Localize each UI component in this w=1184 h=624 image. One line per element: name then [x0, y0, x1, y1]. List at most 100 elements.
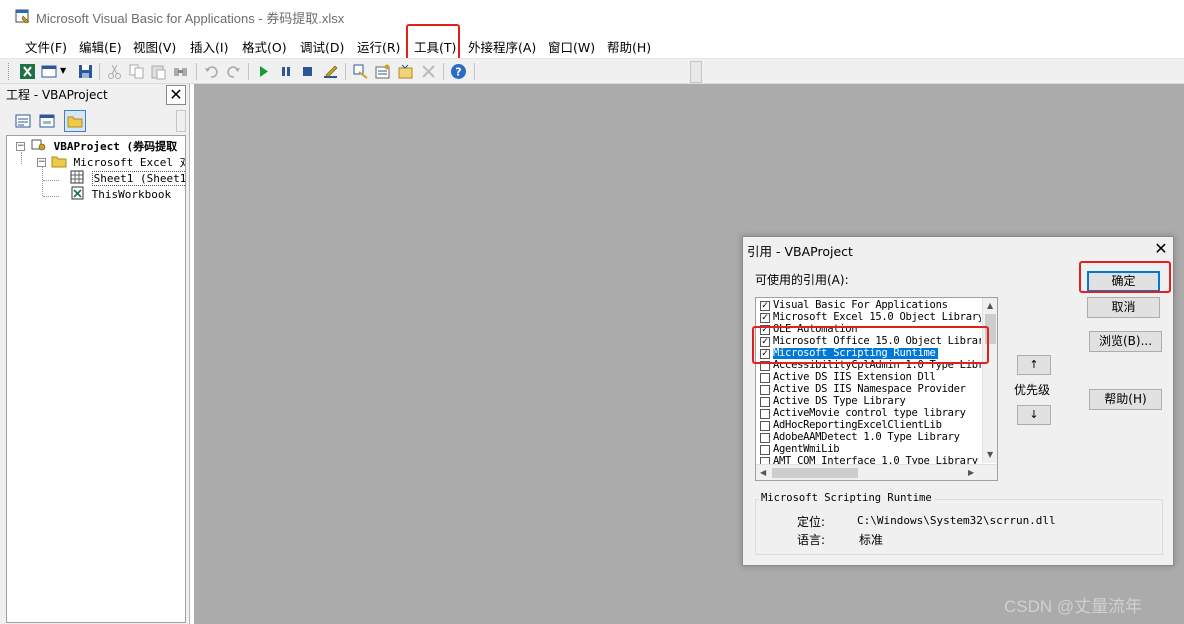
- excel-icon[interactable]: [19, 63, 36, 80]
- folder-icon: [67, 116, 83, 128]
- toolbar-grip[interactable]: [8, 63, 11, 80]
- toggle-folders-button[interactable]: [64, 110, 86, 132]
- menu-window[interactable]: 窗口(W): [548, 37, 595, 56]
- save-icon[interactable]: [77, 63, 94, 80]
- reference-checkbox[interactable]: [760, 409, 770, 419]
- priority-up-button[interactable]: ↑: [1017, 355, 1051, 375]
- toolbar-overflow[interactable]: [690, 61, 702, 83]
- tree-item-label: Sheet1 (Sheet1): [91, 171, 185, 186]
- run-icon[interactable]: [255, 63, 272, 80]
- standard-toolbar: ▼ ?: [0, 58, 1184, 84]
- worksheet-icon: [70, 170, 84, 184]
- find-icon[interactable]: [172, 63, 189, 80]
- reference-checkbox[interactable]: [760, 385, 770, 395]
- tree-item-thisworkbook[interactable]: ThisWorkbook: [69, 186, 171, 201]
- folder-icon: [51, 156, 67, 168]
- toolbar-separator: [474, 63, 475, 80]
- reference-checkbox[interactable]: [760, 445, 770, 455]
- view-code-icon[interactable]: [12, 110, 34, 132]
- tree-collapse-toggle[interactable]: −: [16, 142, 25, 151]
- reference-checkbox[interactable]: [760, 457, 770, 464]
- scroll-right-icon[interactable]: ▶: [968, 468, 974, 478]
- reference-item[interactable]: AgentWmiLib: [758, 444, 981, 456]
- toolbar-separator: [345, 63, 346, 80]
- window-title: Microsoft Visual Basic for Applications …: [36, 11, 345, 26]
- reference-item[interactable]: Active DS IIS Namespace Provider: [758, 384, 981, 396]
- menu-addins[interactable]: 外接程序(A): [468, 37, 536, 56]
- break-icon[interactable]: [277, 63, 294, 80]
- scroll-down-icon[interactable]: ▼: [987, 450, 993, 460]
- toolbar-separator: [443, 63, 444, 80]
- browse-button[interactable]: 浏览(B)...: [1089, 331, 1162, 352]
- horizontal-scroll-thumb[interactable]: [772, 468, 858, 478]
- highlight-references: [752, 326, 989, 364]
- reference-item[interactable]: Active DS IIS Extension Dll: [758, 372, 981, 384]
- insert-userform-icon[interactable]: [41, 63, 58, 80]
- view-object-icon[interactable]: [36, 110, 58, 132]
- reference-checkbox[interactable]: [760, 373, 770, 383]
- project-pane-toolbar: [8, 108, 188, 134]
- menu-edit[interactable]: 编辑(E): [79, 37, 122, 56]
- undo-icon[interactable]: [203, 63, 220, 80]
- toolbox-icon[interactable]: [420, 63, 437, 80]
- copy-icon[interactable]: [128, 63, 145, 80]
- close-icon[interactable]: ✕: [166, 85, 186, 105]
- cancel-button[interactable]: 取消: [1087, 297, 1160, 318]
- toolbar-separator: [196, 63, 197, 80]
- menu-format[interactable]: 格式(O): [242, 37, 287, 56]
- menu-view[interactable]: 视图(V): [133, 37, 176, 56]
- reference-checkbox[interactable]: ✓: [760, 301, 770, 311]
- available-references-label: 可使用的引用(A):: [755, 273, 849, 287]
- menu-file[interactable]: 文件(F): [25, 37, 67, 56]
- location-label: 定位:: [797, 515, 826, 529]
- reference-checkbox[interactable]: [760, 421, 770, 431]
- priority-down-button[interactable]: ↓: [1017, 405, 1051, 425]
- close-icon[interactable]: ✕: [1151, 239, 1171, 259]
- reference-checkbox[interactable]: [760, 397, 770, 407]
- toolbar-separator: [99, 63, 100, 80]
- selected-reference-title: Microsoft Scripting Runtime: [759, 492, 934, 504]
- svg-text:?: ?: [455, 66, 461, 79]
- priority-label: 优先级: [1014, 383, 1051, 397]
- help-icon[interactable]: ?: [450, 63, 467, 80]
- tree-folder-label: Microsoft Excel 对象: [73, 156, 185, 169]
- tree-folder-excel-objects[interactable]: Microsoft Excel 对象: [51, 154, 185, 170]
- reference-item[interactable]: AdobeAAMDetect 1.0 Type Library: [758, 432, 981, 444]
- object-browser-icon[interactable]: [397, 63, 414, 80]
- design-mode-icon[interactable]: [322, 63, 339, 80]
- tree-root-vbaproject[interactable]: VBAProject (券码提取: [31, 138, 177, 154]
- pane-toolbar-overflow[interactable]: [176, 110, 186, 132]
- tree-item-sheet1[interactable]: Sheet1 (Sheet1): [69, 170, 185, 186]
- references-list[interactable]: ✓ Visual Basic For Applications ✓ Microsof…: [755, 297, 998, 481]
- tree-collapse-toggle[interactable]: −: [37, 158, 46, 167]
- menu-run[interactable]: 运行(R): [357, 37, 400, 56]
- reset-icon[interactable]: [299, 63, 316, 80]
- redo-icon[interactable]: [225, 63, 242, 80]
- project-explorer-icon[interactable]: [352, 63, 369, 80]
- reference-item[interactable]: AdHocReportingExcelClientLib: [758, 420, 981, 432]
- reference-item[interactable]: AMT COM Interface 1.0 Type Library: [758, 456, 981, 464]
- vertical-scrollbar[interactable]: ▲ ▼: [982, 298, 997, 463]
- reference-item[interactable]: ✓ Microsoft Excel 15.0 Object Library: [758, 312, 981, 324]
- menu-debug[interactable]: 调试(D): [300, 37, 344, 56]
- reference-checkbox[interactable]: ✓: [760, 313, 770, 323]
- reference-item[interactable]: ✓ Visual Basic For Applications: [758, 300, 981, 312]
- insert-dropdown-arrow-icon[interactable]: ▼: [60, 66, 66, 75]
- title-bar: Microsoft Visual Basic for Applications …: [0, 0, 1184, 32]
- paste-icon[interactable]: [150, 63, 167, 80]
- language-label: 语言:: [797, 533, 826, 547]
- reference-checkbox[interactable]: [760, 433, 770, 443]
- menu-insert[interactable]: 插入(I): [190, 37, 228, 56]
- reference-item[interactable]: ActiveMovie control type library: [758, 408, 981, 420]
- reference-item[interactable]: Active DS Type Library: [758, 396, 981, 408]
- scroll-up-icon[interactable]: ▲: [987, 301, 993, 311]
- cut-icon[interactable]: [106, 63, 123, 80]
- properties-icon[interactable]: [374, 63, 391, 80]
- toolbar-separator: [248, 63, 249, 80]
- help-button[interactable]: 帮助(H): [1089, 389, 1162, 410]
- menu-help[interactable]: 帮助(H): [607, 37, 651, 56]
- dialog-title: 引用 - VBAProject: [747, 244, 853, 259]
- horizontal-scrollbar[interactable]: ◀ ▶: [756, 464, 997, 480]
- language-value: 标准: [859, 533, 884, 547]
- scroll-left-icon[interactable]: ◀: [760, 468, 766, 478]
